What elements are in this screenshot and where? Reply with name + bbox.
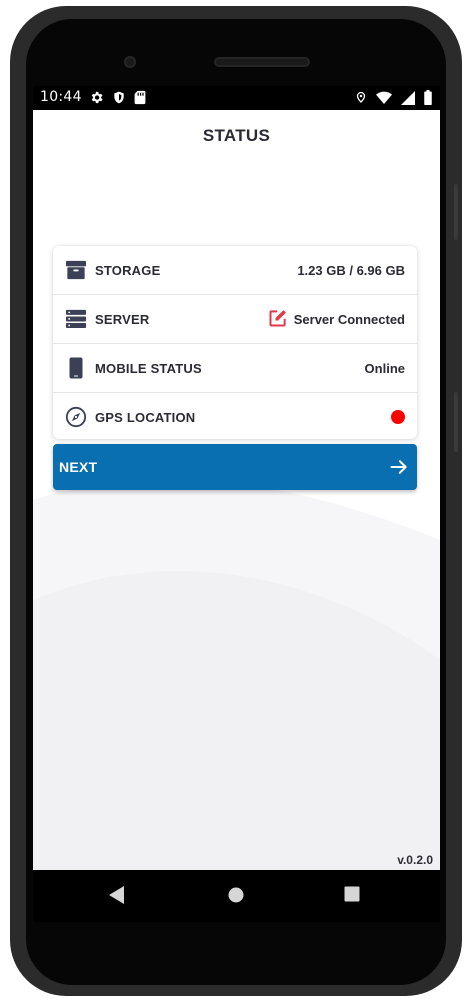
background-wave: [33, 479, 440, 870]
phone-icon: [65, 357, 87, 379]
gps-status-indicator: [391, 410, 405, 424]
status-label: MOBILE STATUS: [95, 360, 202, 376]
server-icon: [65, 308, 87, 330]
status-label: STORAGE: [95, 262, 161, 278]
app-screen: STATUS STORAGE 1.23 GB / 6.96 GB SERVER …: [33, 110, 440, 870]
next-button[interactable]: NEXT: [53, 444, 417, 490]
volume-button[interactable]: [454, 392, 458, 452]
server-value-group: Server Connected: [268, 308, 405, 331]
compass-icon: [65, 406, 87, 428]
status-row-storage: STORAGE 1.23 GB / 6.96 GB: [53, 246, 417, 295]
gear-icon: [89, 90, 104, 109]
battery-icon: [424, 90, 432, 109]
version-label: v.0.2.0: [397, 853, 433, 867]
storage-value: 1.23 GB / 6.96 GB: [297, 262, 405, 278]
recents-icon[interactable]: [344, 886, 360, 906]
page-title: STATUS: [202, 126, 271, 145]
status-bar: 10:44: [33, 86, 440, 110]
status-row-gps: GPS LOCATION: [53, 393, 417, 441]
status-row-mobile: MOBILE STATUS Online: [53, 344, 417, 393]
navigation-bar: [33, 870, 440, 922]
shield-icon: [112, 90, 126, 109]
sd-card-icon: [134, 90, 146, 109]
status-time: 10:44: [40, 89, 82, 105]
status-card: STORAGE 1.23 GB / 6.96 GB SERVER Server …: [53, 246, 417, 439]
status-label: SERVER: [95, 311, 150, 327]
signal-icon: [401, 90, 415, 109]
earpiece-speaker: [214, 57, 310, 67]
home-icon[interactable]: [227, 886, 245, 908]
status-row-server: SERVER Server Connected: [53, 295, 417, 344]
mobile-value: Online: [364, 360, 405, 376]
gps-value-group: [385, 410, 405, 424]
archive-icon: [65, 259, 87, 281]
back-icon[interactable]: [109, 886, 125, 908]
arrow-right-icon: [389, 457, 409, 481]
location-icon: [355, 90, 367, 109]
next-button-label: NEXT: [59, 459, 98, 475]
status-label: GPS LOCATION: [95, 409, 196, 425]
wifi-icon: [376, 91, 392, 109]
server-value: Server Connected: [293, 311, 405, 327]
front-camera: [124, 56, 136, 68]
power-button[interactable]: [454, 184, 458, 240]
edit-icon: [268, 308, 288, 331]
